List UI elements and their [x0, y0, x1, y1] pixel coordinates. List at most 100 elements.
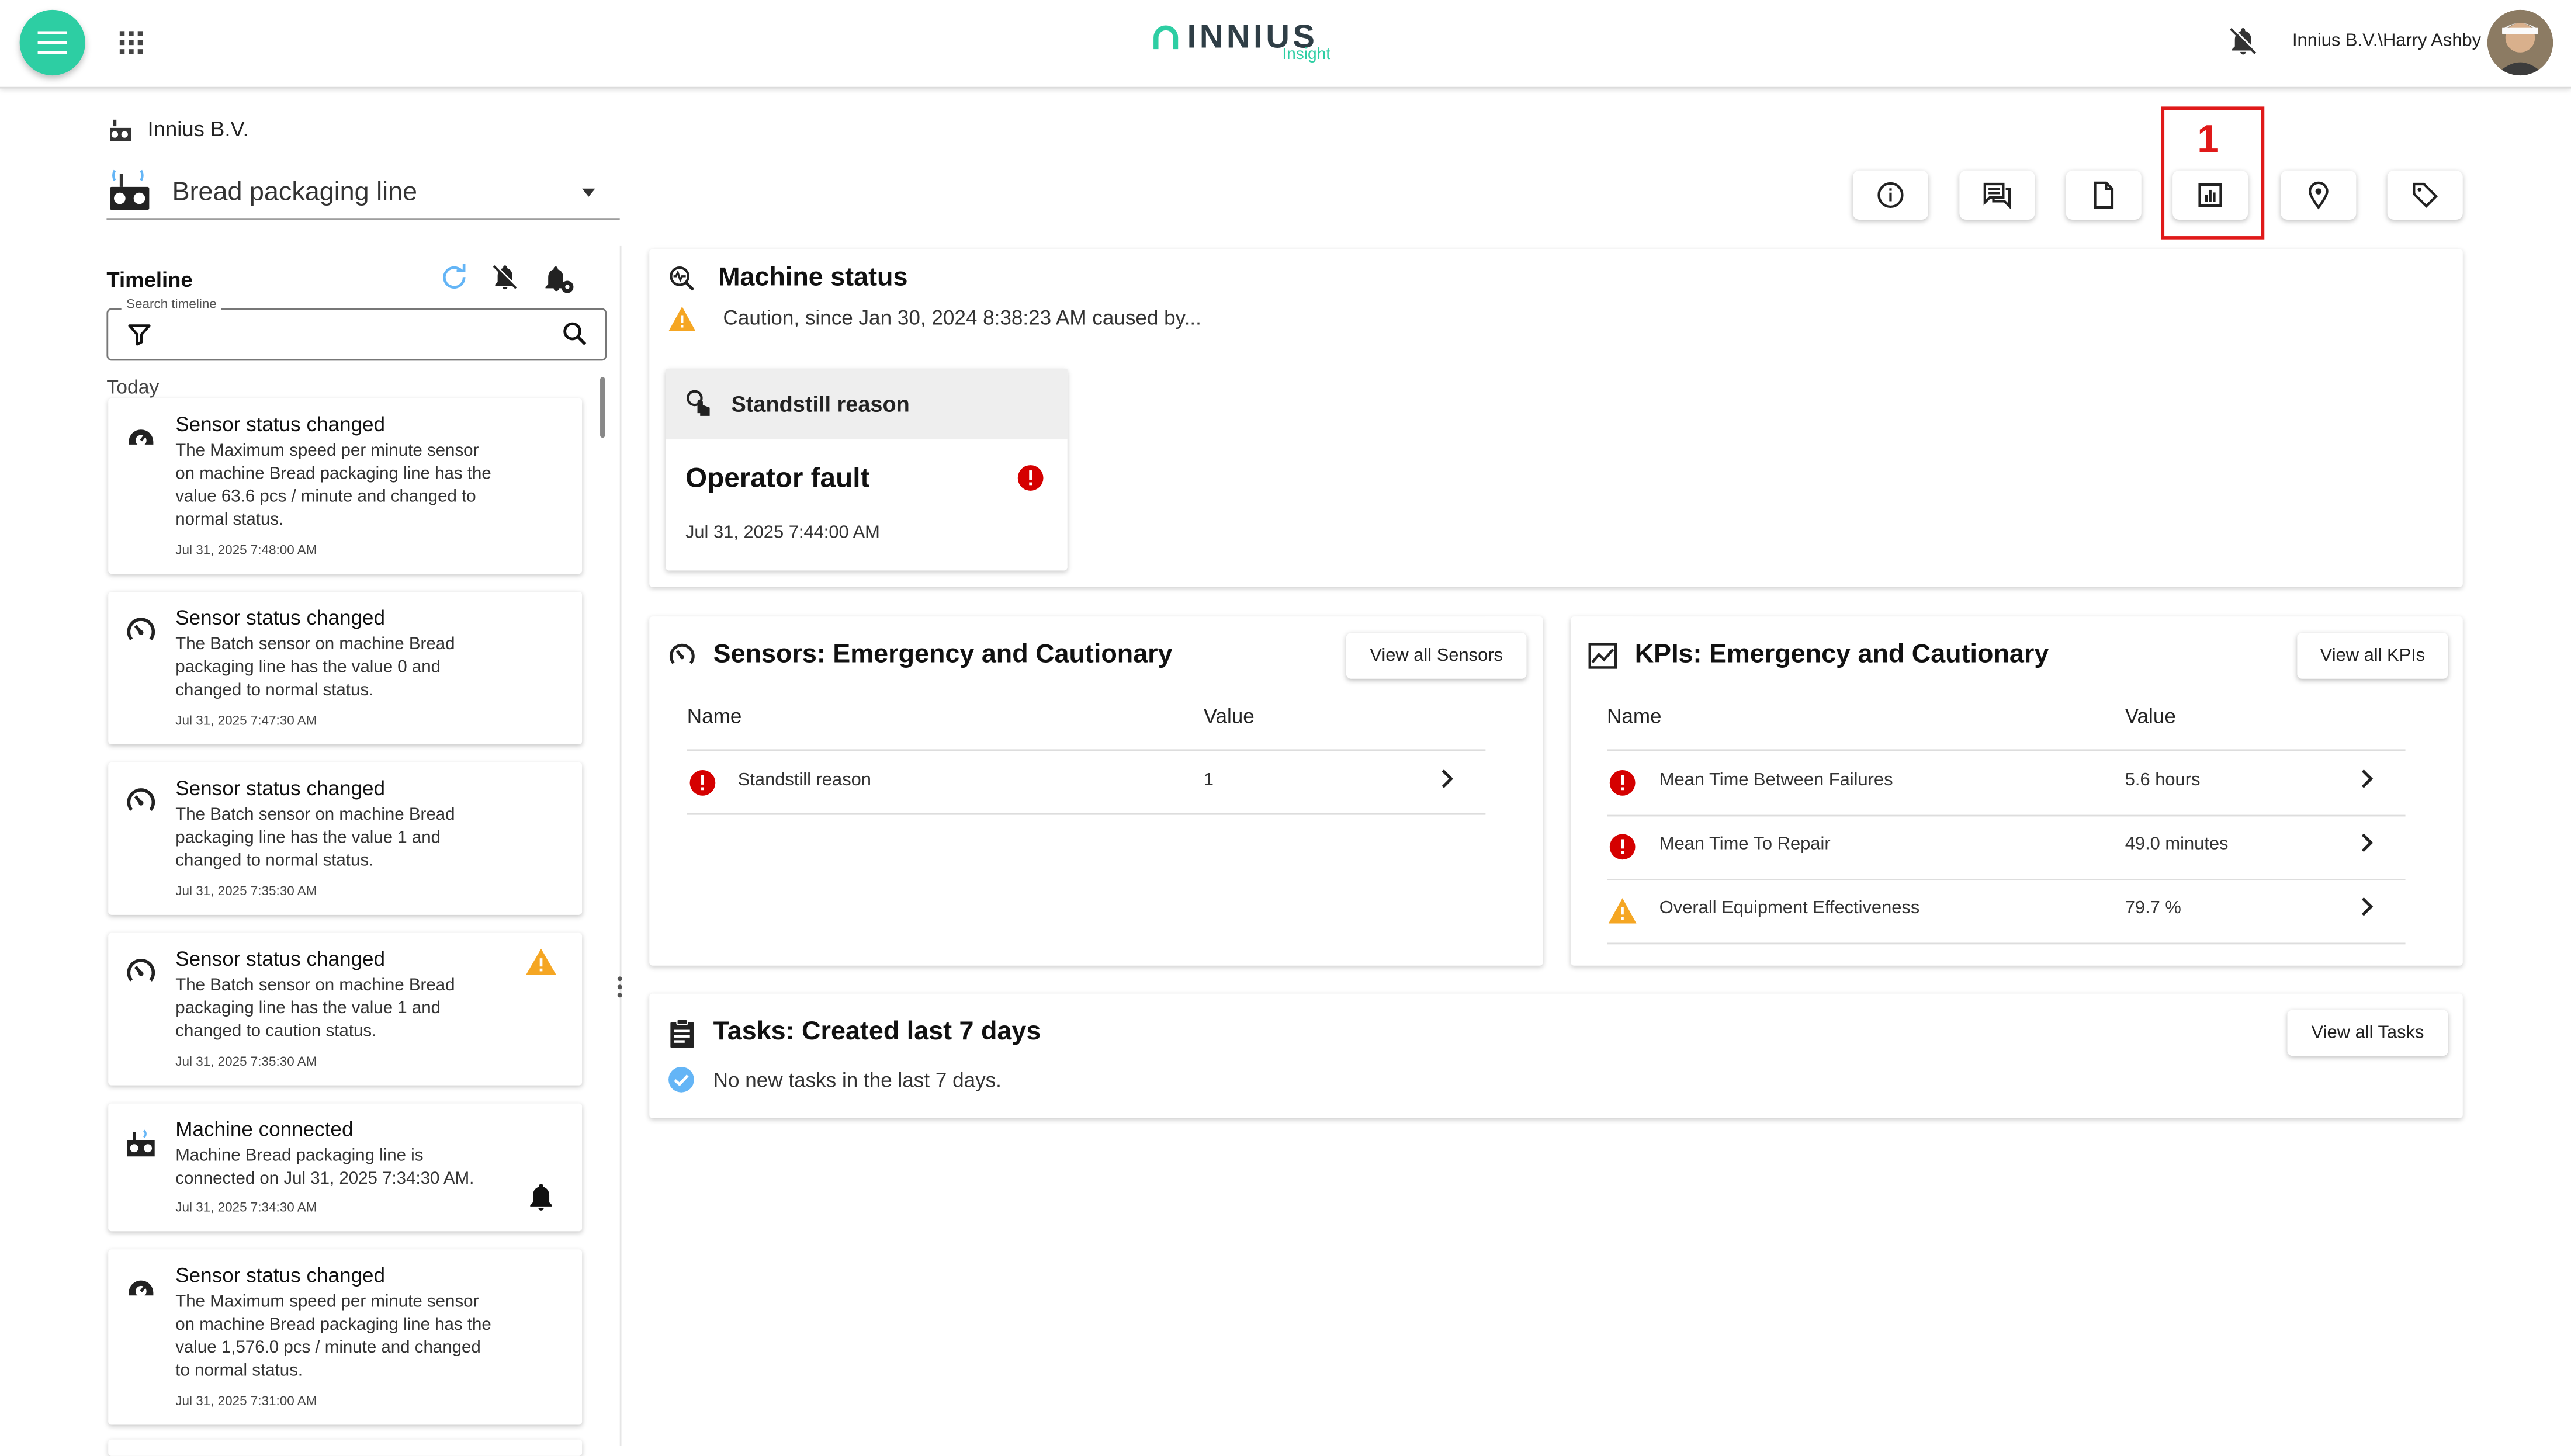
- timeline-search-field[interactable]: [106, 308, 607, 361]
- hamburger-icon: [37, 31, 68, 54]
- timeline-item[interactable]: Sensor status changed The Maximum speed …: [108, 398, 583, 574]
- gauge-icon: [124, 615, 157, 647]
- avatar[interactable]: [2487, 9, 2553, 76]
- standstill-card-title: Standstill reason: [731, 391, 910, 417]
- error-icon: [1017, 464, 1045, 492]
- timeline-search-input[interactable]: [167, 318, 551, 355]
- table-row[interactable]: Standstill reason 1: [687, 753, 1486, 813]
- filter-icon[interactable]: [126, 321, 153, 348]
- table-row[interactable]: Overall Equipment Effectiveness 79.7 %: [1607, 880, 2406, 943]
- timeline-item-body: The Maximum speed per minute sensor on m…: [175, 441, 491, 530]
- timeline-item-title: Sensor status changed: [175, 413, 386, 436]
- table-divider: [1606, 942, 2406, 945]
- dropdown-caret-icon: [582, 188, 595, 197]
- speed-sensor-icon: [124, 1273, 157, 1305]
- kpi-value: 49.0 minutes: [2125, 834, 2229, 854]
- kpi-name: Mean Time Between Failures: [1659, 770, 1893, 791]
- timeline-scrollbar[interactable]: [600, 377, 605, 438]
- timeline-item[interactable]: Sensor status changed The Batch sensor o…: [108, 592, 583, 744]
- bell-icon: [525, 1180, 557, 1213]
- innius-logo-icon[interactable]: [1151, 23, 1181, 53]
- table-row[interactable]: Mean Time To Repair 49.0 minutes: [1607, 816, 2406, 879]
- location-icon: [2309, 181, 2329, 210]
- logo-subtitle: Insight: [1282, 46, 1331, 64]
- warning-icon: [667, 305, 697, 333]
- timeline-notifications-off-icon[interactable]: [490, 262, 520, 292]
- timeline-item-body: The Batch sensor on machine Bread packag…: [175, 805, 455, 871]
- error-icon: [1609, 769, 1637, 797]
- view-all-kpis-button[interactable]: View all KPIs: [2297, 633, 2448, 679]
- view-all-tasks-button[interactable]: View all Tasks: [2287, 1010, 2448, 1056]
- info-icon: [1877, 182, 1904, 209]
- sensor-name: Standstill reason: [737, 770, 871, 791]
- timeline-item-time: Jul 31, 2025 7:35:30 AM: [175, 1054, 317, 1069]
- caution-text[interactable]: Caution, since Jan 30, 2024 8:38:23 AM c…: [723, 307, 1201, 330]
- timeline-group-label: Today: [106, 375, 160, 398]
- standstill-card[interactable]: Standstill reason Operator fault Jul 31,…: [666, 369, 1068, 571]
- error-icon: [1609, 833, 1637, 861]
- timeline-item-title: Machine connected: [175, 1118, 354, 1142]
- standstill-card-time: Jul 31, 2025 7:44:00 AM: [685, 523, 880, 543]
- timeline-item-body: The Maximum speed per minute sensor on m…: [175, 1292, 491, 1381]
- speed-sensor-icon: [124, 421, 157, 454]
- tasks-empty-text: No new tasks in the last 7 days.: [713, 1069, 1002, 1092]
- kpis-col-value: Value: [2125, 705, 2176, 728]
- timeline-item-body: The Batch sensor on machine Bread packag…: [175, 634, 455, 701]
- search-icon[interactable]: [561, 320, 589, 348]
- timeline-item[interactable]: Sensor status changed The Batch sensor o…: [108, 932, 583, 1086]
- timeline-item-time: Jul 31, 2025 7:34:30 AM: [175, 1200, 317, 1215]
- document-button[interactable]: [2066, 170, 2142, 220]
- chevron-right-icon[interactable]: [2356, 769, 2376, 789]
- tasks-panel-title: Tasks: Created last 7 days: [713, 1018, 1041, 1046]
- timeline-item[interactable]: [108, 1439, 583, 1456]
- timeline-search-label: Search timeline: [121, 296, 222, 312]
- touch-sensor-icon: [684, 389, 716, 421]
- chart-icon: [1587, 641, 1618, 671]
- timeline-divider: [619, 245, 622, 1446]
- organization-name[interactable]: Innius B.V.: [148, 116, 249, 141]
- document-icon: [2094, 181, 2114, 209]
- sensors-panel-title: Sensors: Emergency and Cautionary: [713, 641, 1173, 669]
- timeline-item[interactable]: Machine connected Machine Bread packagin…: [108, 1103, 583, 1232]
- table-row[interactable]: Mean Time Between Failures 5.6 hours: [1607, 753, 2406, 815]
- apps-grid-icon[interactable]: [115, 26, 147, 59]
- standstill-card-value: Operator fault: [685, 462, 870, 494]
- organization-icon: [106, 116, 134, 144]
- tag-icon: [2413, 182, 2438, 208]
- sensor-value: 1: [1203, 770, 1214, 791]
- timeline-item-body: Machine Bread packaging line is connecte…: [175, 1146, 474, 1189]
- timeline-item[interactable]: Sensor status changed The Maximum speed …: [108, 1249, 583, 1425]
- refresh-icon[interactable]: [439, 262, 469, 292]
- notifications-off-icon[interactable]: [2227, 25, 2260, 57]
- kpi-value: 79.7 %: [2125, 898, 2181, 918]
- chevron-right-icon[interactable]: [1436, 769, 1456, 789]
- check-circle-icon: [667, 1066, 695, 1094]
- timeline-item[interactable]: Sensor status changed The Batch sensor o…: [108, 762, 583, 915]
- warning-icon: [1607, 897, 1638, 925]
- tag-button[interactable]: [2387, 170, 2463, 220]
- timeline-item-title: Sensor status changed: [175, 947, 386, 971]
- kpis-panel-title: KPIs: Emergency and Cautionary: [1634, 641, 2049, 669]
- timeline-title: Timeline: [106, 267, 193, 292]
- machine-name: Bread packaging line: [172, 178, 417, 207]
- timeline-item-time: Jul 31, 2025 7:31:00 AM: [175, 1393, 317, 1409]
- machine-status-title: Machine status: [718, 264, 908, 292]
- resize-handle-icon[interactable]: [615, 976, 625, 999]
- view-all-sensors-button[interactable]: View all Sensors: [1346, 633, 1527, 679]
- kpi-name: Overall Equipment Effectiveness: [1659, 898, 1920, 918]
- kpi-value: 5.6 hours: [2125, 770, 2201, 791]
- timeline-item-time: Jul 31, 2025 7:35:30 AM: [175, 883, 317, 899]
- location-button[interactable]: [2281, 170, 2357, 220]
- chat-button[interactable]: [1959, 170, 2035, 220]
- tasks-panel: [649, 993, 2463, 1118]
- timeline-item-title: Sensor status changed: [175, 1264, 386, 1287]
- notification-settings-icon[interactable]: [543, 262, 576, 295]
- info-button[interactable]: [1852, 170, 1928, 220]
- table-divider: [687, 813, 1486, 815]
- user-name[interactable]: Innius B.V.\Harry Ashby: [2292, 31, 2481, 51]
- chevron-right-icon[interactable]: [2356, 833, 2376, 853]
- timeline-item-time: Jul 31, 2025 7:48:00 AM: [175, 542, 317, 558]
- menu-button[interactable]: [19, 9, 85, 76]
- chevron-right-icon[interactable]: [2356, 897, 2376, 917]
- machine-selector[interactable]: Bread packaging line: [106, 164, 620, 220]
